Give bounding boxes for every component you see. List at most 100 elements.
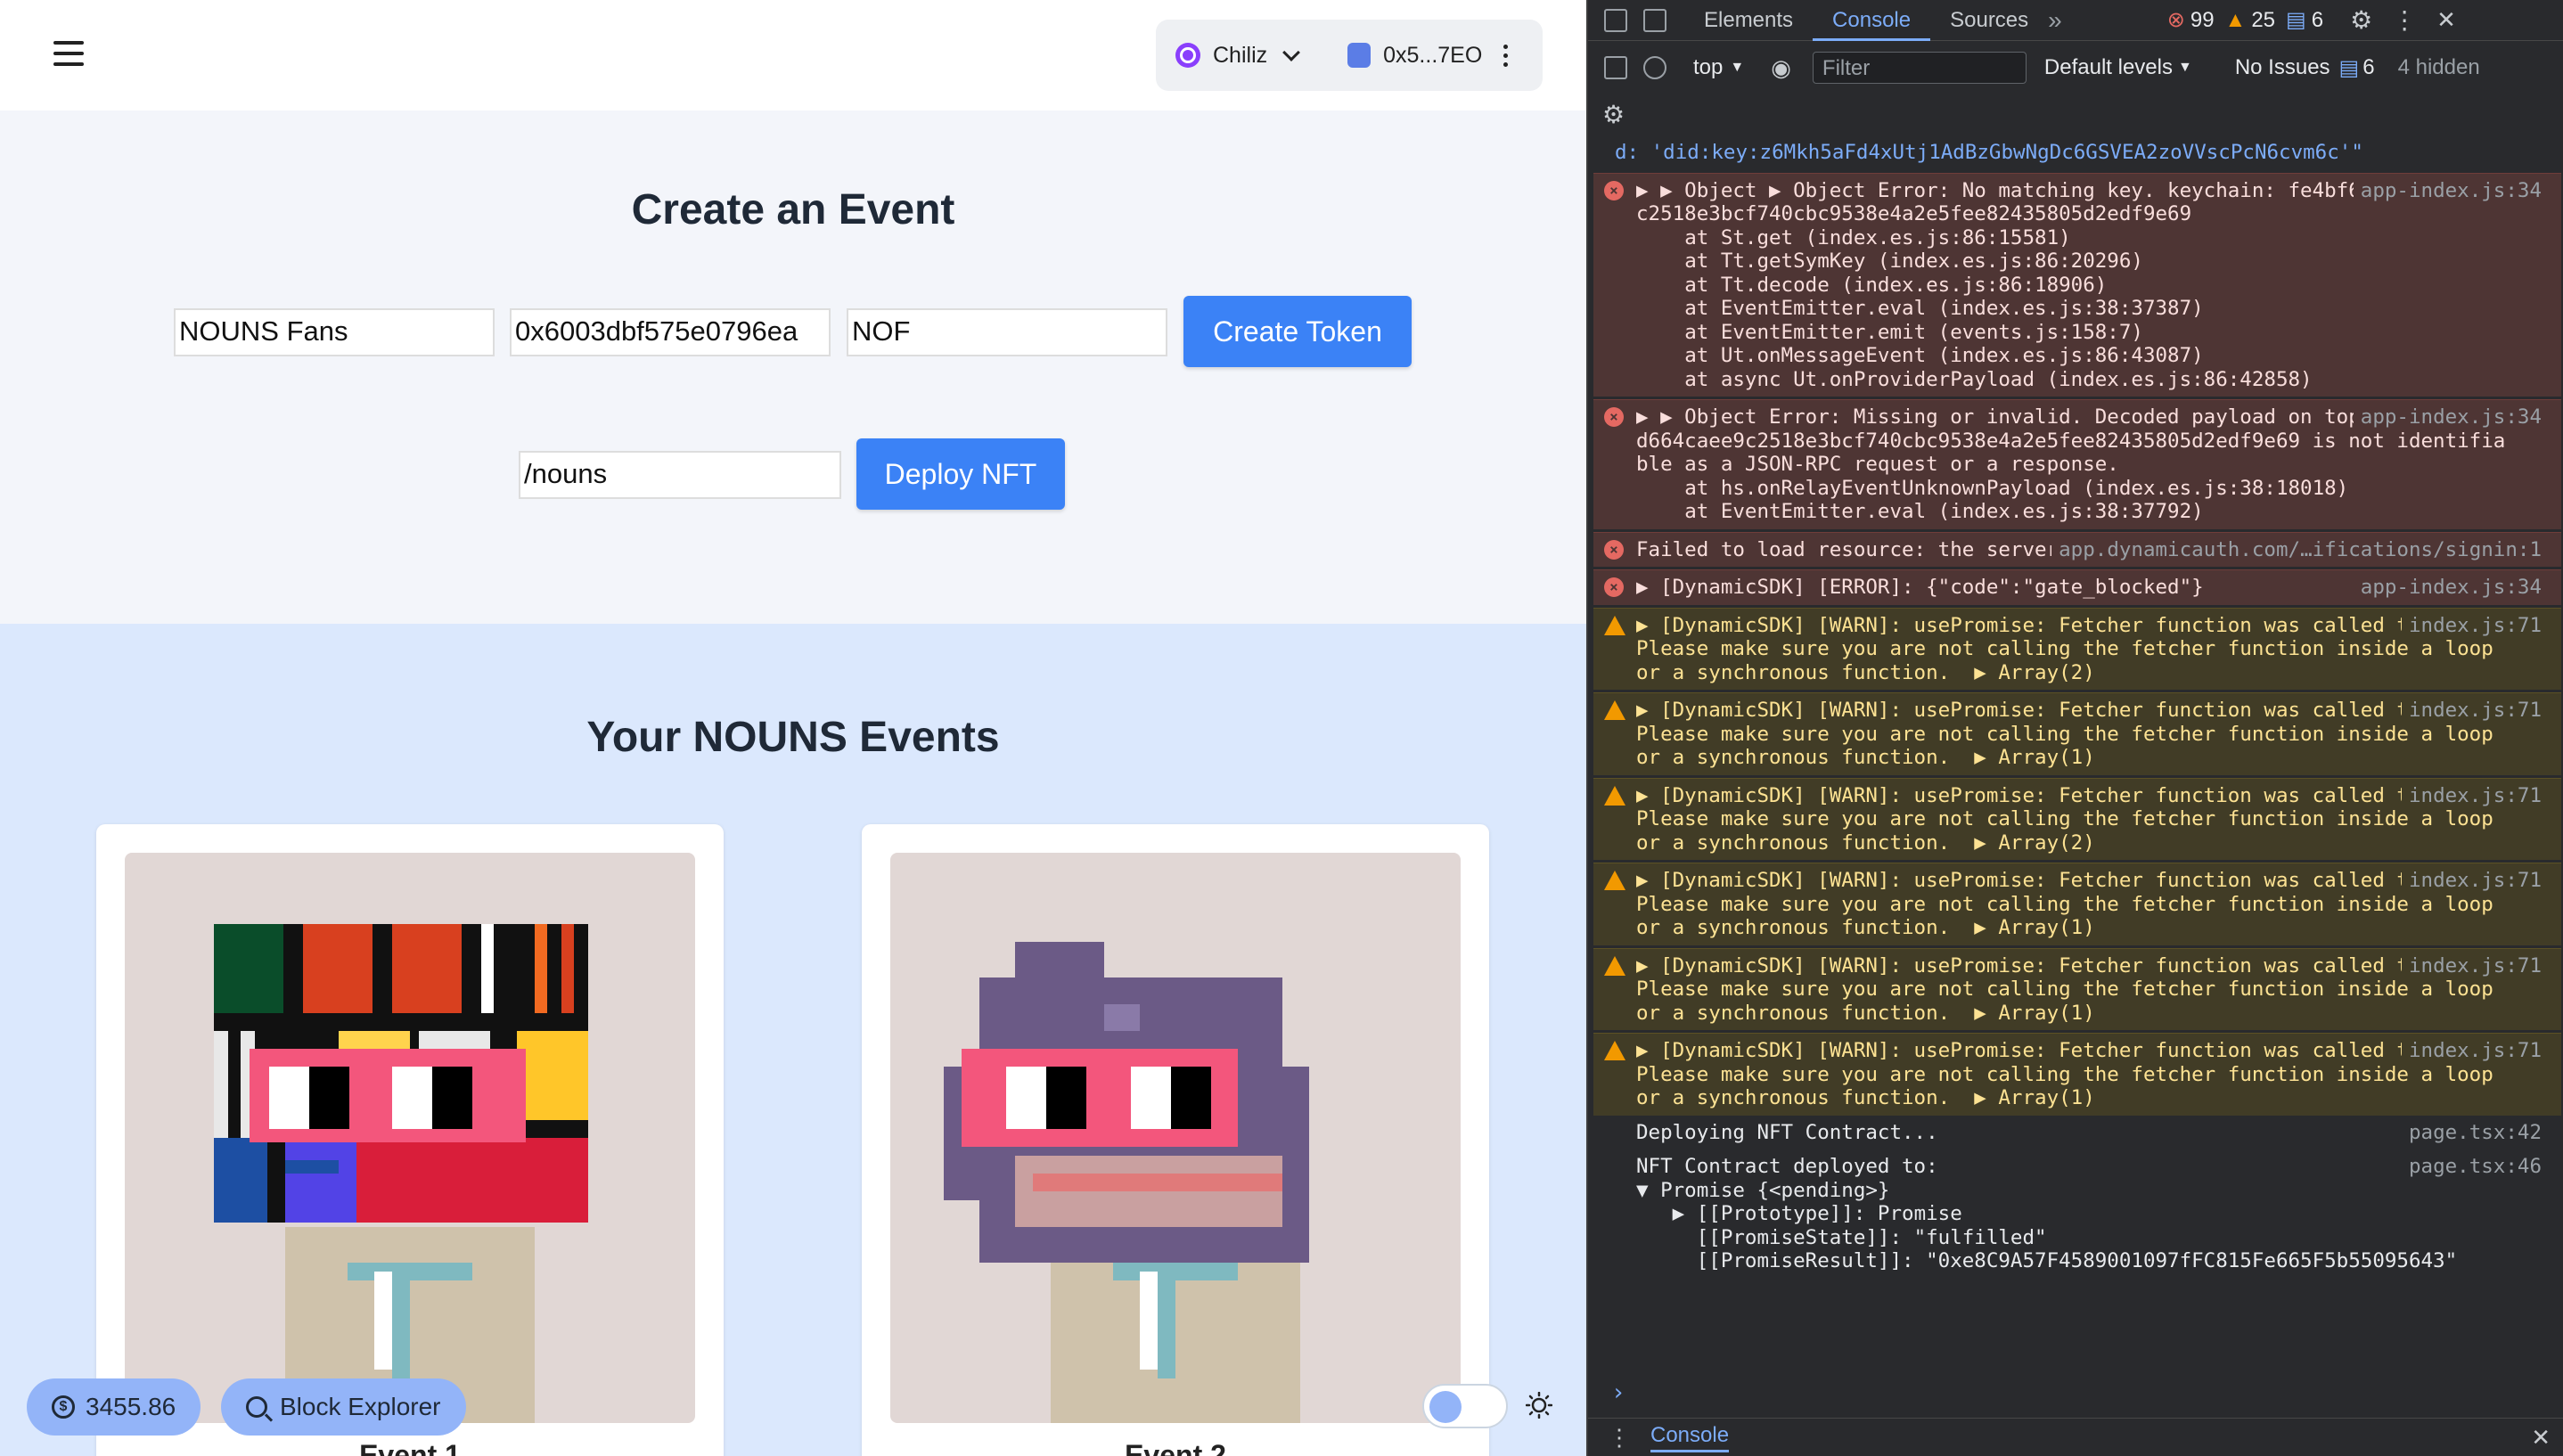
more-tabs-icon[interactable]: » [2048, 6, 2062, 35]
drawer-tabbar: ⋮ Console ✕ [1588, 1418, 2563, 1456]
console-filter-input[interactable]: Filter [1812, 52, 2027, 84]
gear-icon[interactable]: ⚙ [2350, 5, 2372, 35]
event-card-title: Event 1 [359, 1439, 461, 1456]
console-message[interactable]: NFT Contract deployed to: ▼ Promise {<pe… [1593, 1149, 2561, 1279]
page-title: Create an Event [631, 186, 955, 233]
block-explorer-button[interactable]: Block Explorer [221, 1378, 466, 1436]
deploy-nft-button[interactable]: Deploy NFT [856, 438, 1065, 510]
warning-icon [1604, 615, 1625, 635]
console-message-text: NFT Contract deployed to: ▼ Promise {<pe… [1636, 1155, 2458, 1272]
context-select[interactable]: top [1693, 55, 1723, 80]
console-message-text: d: 'did:key:z6Mkh5aFd4xUtj1AdBzGbwNgDc6G… [1615, 141, 2363, 164]
balance-pill[interactable]: $ 3455.86 [27, 1378, 201, 1436]
console-warning-message[interactable]: ▶ [DynamicSDK] [WARN]: usePromise: Fetch… [1593, 863, 2561, 945]
search-icon [246, 1396, 267, 1418]
clear-console-icon[interactable] [1643, 56, 1666, 79]
tab-console[interactable]: Console [1813, 0, 1931, 41]
eye-icon[interactable]: ◉ [1771, 54, 1791, 82]
path-input[interactable]: /nouns [519, 451, 841, 499]
error-icon: ⊗ [2166, 8, 2185, 32]
console-source-link[interactable]: index.js:71 [2401, 783, 2542, 807]
log-levels-select[interactable]: Default levels [2044, 55, 2173, 80]
console-message[interactable]: Deploying NFT Contract... page.tsx:42 [1593, 1116, 2561, 1150]
chevron-down-icon[interactable] [1282, 44, 1301, 61]
console-source-link[interactable]: app-index.js:34 [2353, 178, 2542, 202]
event-name-input[interactable]: NOUNS Fans [174, 308, 495, 356]
issues-icon: ▤ [2338, 55, 2360, 80]
devtools-panel: Elements Console Sources » ⊗ 99 ▲ 25 ▤ 6… [1586, 0, 2563, 1456]
balance-value: 3455.86 [86, 1393, 176, 1420]
error-icon: × [1604, 577, 1624, 597]
dollar-icon: $ [52, 1395, 75, 1419]
console-source-link[interactable]: app-index.js:34 [2353, 576, 2542, 600]
devtools-tabbar: Elements Console Sources » ⊗ 99 ▲ 25 ▤ 6… [1588, 0, 2563, 41]
kebab-icon[interactable]: ⋮ [2392, 5, 2417, 35]
info-count[interactable]: 6 [2312, 8, 2323, 33]
address-input[interactable]: 0x6003dbf575e0796ea [510, 308, 831, 356]
console-message-text: ▶ ▶ Object ▶ Object Error: No matching k… [1636, 178, 2505, 391]
drawer-close-icon[interactable]: ✕ [2531, 1424, 2551, 1452]
console-warning-message[interactable]: ▶ [DynamicSDK] [WARN]: usePromise: Fetch… [1593, 692, 2561, 775]
warning-icon: ▲ [2224, 7, 2247, 32]
event-card-title: Event 2 [1125, 1439, 1226, 1456]
sidebar-icon[interactable] [1604, 56, 1627, 79]
console-source-link[interactable]: app.dynamicauth.com/…ifications/signin:1 [2051, 537, 2542, 561]
sun-icon[interactable] [1526, 1392, 1552, 1419]
error-count[interactable]: 99 [2190, 8, 2215, 33]
console-source-link[interactable]: index.js:71 [2401, 613, 2542, 637]
more-options-icon[interactable] [1503, 44, 1509, 67]
console-prompt[interactable]: › [1611, 1379, 1625, 1406]
console-source-link[interactable]: page.tsx:42 [2402, 1121, 2542, 1145]
console-error-message[interactable]: × ▶ [DynamicSDK] [ERROR]: {"code":"gate_b… [1593, 569, 2561, 605]
tab-sources[interactable]: Sources [1930, 0, 2048, 41]
console-message[interactable]: d: 'did:key:z6Mkh5aFd4xUtj1AdBzGbwNgDc6G… [1593, 135, 2561, 170]
console-toolbar: top ▼ ◉ Filter Default levels ▼ No Issue… [1588, 41, 2563, 94]
console-message-text: ▶ [DynamicSDK] [WARN]: usePromise: Fetch… [1636, 869, 2505, 939]
nft-image [125, 853, 695, 1423]
console-source-link[interactable]: app-index.js:34 [2353, 405, 2542, 429]
event-card[interactable]: Event 2 [862, 824, 1489, 1456]
issues-count[interactable]: 6 [2362, 55, 2374, 80]
warning-count[interactable]: 25 [2251, 8, 2275, 33]
app-header: Chiliz 0x5...7EO [0, 0, 1586, 110]
chevron-down-icon: ▼ [1730, 60, 1745, 75]
close-icon[interactable]: ✕ [2436, 6, 2456, 34]
console-warning-message[interactable]: ▶ [DynamicSDK] [WARN]: usePromise: Fetch… [1593, 777, 2561, 860]
console-settings-icon[interactable]: ⚙ [1602, 100, 1625, 129]
console-source-link[interactable]: index.js:71 [2401, 869, 2542, 893]
console-message-text: ▶ [DynamicSDK] [WARN]: usePromise: Fetch… [1636, 1039, 2505, 1109]
menu-icon[interactable] [53, 41, 84, 66]
tab-elements[interactable]: Elements [1684, 0, 1813, 41]
console-log: d: 'did:key:z6Mkh5aFd4xUtj1AdBzGbwNgDc6G… [1593, 135, 2561, 1279]
console-source-link[interactable]: page.tsx:46 [2402, 1155, 2542, 1179]
inspect-icon[interactable] [1604, 8, 1627, 32]
console-error-message[interactable]: × ▶ ▶ Object Error: Missing or invalid. D… [1593, 399, 2561, 529]
console-error-message[interactable]: × ▶ ▶ Object ▶ Object Error: No matching … [1593, 172, 2561, 397]
warning-icon [1604, 871, 1625, 890]
console-message-text: ▶ [DynamicSDK] [WARN]: usePromise: Fetch… [1636, 783, 2505, 855]
wallet-widget: Chiliz 0x5...7EO [1156, 20, 1543, 91]
console-message-text: ▶ [DynamicSDK] [WARN]: usePromise: Fetch… [1636, 699, 2505, 769]
event-card[interactable]: Event 1 [96, 824, 724, 1456]
drawer-tab-console[interactable]: Console [1650, 1423, 1730, 1452]
warning-icon [1604, 785, 1625, 806]
chain-name[interactable]: Chiliz [1213, 43, 1267, 69]
info-icon: ▤ [2286, 8, 2306, 32]
create-token-button[interactable]: Create Token [1183, 296, 1412, 367]
console-message-text: ▶ [DynamicSDK] [WARN]: usePromise: Fetch… [1636, 613, 2505, 684]
error-icon: × [1604, 180, 1624, 200]
symbol-input[interactable]: NOF [847, 308, 1167, 356]
device-toolbar-icon[interactable] [1643, 8, 1666, 32]
drawer-menu-icon[interactable]: ⋮ [1608, 1424, 1631, 1452]
theme-toggle[interactable] [1422, 1384, 1508, 1428]
console-source-link[interactable]: index.js:71 [2401, 953, 2542, 977]
console-source-link[interactable]: index.js:71 [2401, 1039, 2542, 1063]
console-warning-message[interactable]: ▶ [DynamicSDK] [WARN]: usePromise: Fetch… [1593, 1033, 2561, 1116]
console-source-link[interactable]: index.js:71 [2401, 699, 2542, 723]
issues-label[interactable]: No Issues [2235, 55, 2330, 80]
console-warning-message[interactable]: ▶ [DynamicSDK] [WARN]: usePromise: Fetch… [1593, 947, 2561, 1030]
wallet-address[interactable]: 0x5...7EO [1383, 43, 1482, 69]
console-error-message[interactable]: ×Failed to load resource: the server res… [1593, 531, 2561, 567]
console-warning-message[interactable]: ▶ [DynamicSDK] [WARN]: usePromise: Fetch… [1593, 607, 2561, 690]
wallet-icon [1347, 43, 1372, 68]
